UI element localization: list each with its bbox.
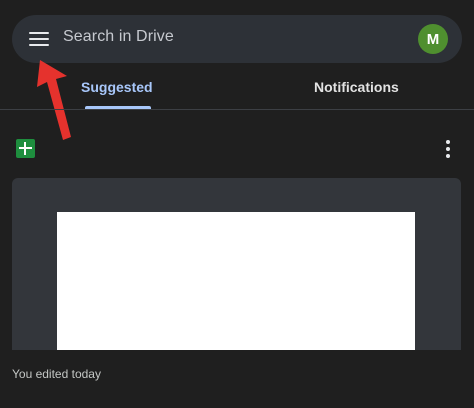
file-preview-card[interactable]	[12, 178, 461, 350]
search-input-placeholder[interactable]: Search in Drive	[63, 28, 174, 46]
sheets-icon	[16, 139, 35, 158]
more-options-icon[interactable]	[442, 140, 454, 160]
account-avatar[interactable]: M	[418, 24, 448, 54]
tab-notifications[interactable]: Notifications	[314, 79, 399, 95]
hamburger-menu-icon[interactable]	[29, 31, 51, 47]
tab-suggested[interactable]: Suggested	[81, 79, 153, 95]
tab-divider	[0, 109, 474, 110]
file-edited-status: You edited today	[12, 367, 101, 381]
file-preview-thumbnail	[57, 212, 415, 350]
